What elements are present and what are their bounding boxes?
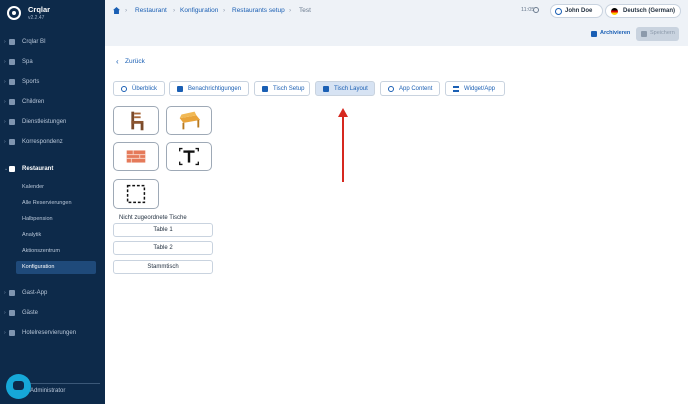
tab-benachrichtigungen[interactable]: Benachrichtigungen bbox=[169, 81, 249, 96]
archive-icon bbox=[591, 31, 597, 37]
children-icon bbox=[9, 99, 15, 105]
breadcrumb-separator: › bbox=[173, 7, 176, 14]
brand-version: v2.2.47 bbox=[28, 15, 45, 21]
unassigned-tables-heading: Nicht zugeordnete Tische bbox=[119, 215, 187, 221]
sidebar-divider bbox=[20, 383, 100, 384]
sidebar-item-hotelreservierungen[interactable]: › Hotelreservierungen bbox=[0, 326, 105, 340]
topbar: › Restaurant › Konfiguration › Restauran… bbox=[105, 0, 688, 22]
chair-icon[interactable] bbox=[113, 106, 159, 135]
text-icon[interactable] bbox=[166, 142, 212, 171]
german-flag-icon bbox=[611, 8, 618, 15]
brand[interactable]: Crqlar v2.2.47 bbox=[5, 4, 105, 22]
cutlery-icon bbox=[9, 166, 15, 172]
sports-icon bbox=[9, 79, 15, 85]
hotel-icon bbox=[9, 330, 15, 336]
sidebar-item-restaurant[interactable]: ⌄ Restaurant bbox=[0, 162, 105, 176]
sidebar-item-gaeste[interactable]: › Gäste bbox=[0, 306, 105, 320]
tab-widget-app[interactable]: Widget/App bbox=[445, 81, 505, 96]
spa-icon bbox=[9, 59, 15, 65]
dashed-area-icon[interactable] bbox=[113, 179, 159, 209]
sidebar-subitem-halbpension[interactable]: Halbpension bbox=[16, 213, 96, 226]
unassigned-table-item[interactable]: Stammtisch bbox=[113, 260, 213, 274]
admin-label[interactable]: Administrator bbox=[30, 388, 65, 394]
annotation-arrow bbox=[342, 116, 344, 182]
breadcrumb-restaurants-setup[interactable]: Restaurants setup bbox=[232, 6, 285, 16]
breadcrumb-current: Test bbox=[299, 7, 311, 14]
unassigned-table-item[interactable]: Table 1 bbox=[113, 223, 213, 237]
back-link[interactable]: Zurück bbox=[125, 58, 145, 65]
chevron-right-icon: › bbox=[4, 39, 6, 45]
unassigned-table-item[interactable]: Table 2 bbox=[113, 241, 213, 255]
info-icon bbox=[388, 86, 394, 92]
breadcrumb-restaurant[interactable]: Restaurant bbox=[135, 6, 167, 16]
table-icon bbox=[323, 86, 329, 92]
action-bar: Archivieren Speichern bbox=[105, 22, 688, 46]
sidebar-item-korrespondenz[interactable]: › Korrespondenz bbox=[0, 135, 105, 149]
sidebar-item-gast-app[interactable]: › Gast-App bbox=[0, 286, 105, 300]
chevron-right-icon: › bbox=[4, 330, 6, 336]
user-name: John Doe bbox=[565, 8, 593, 14]
brick-wall-icon[interactable] bbox=[113, 142, 159, 171]
chevron-down-icon: ⌄ bbox=[4, 166, 9, 172]
bi-icon bbox=[9, 39, 15, 45]
user-menu-button[interactable]: John Doe bbox=[550, 4, 603, 18]
sidebar-subitem-aktionszentrum[interactable]: Aktionszentrum bbox=[16, 245, 96, 258]
chevron-right-icon: › bbox=[4, 119, 6, 125]
tab-tisch-layout[interactable]: Tisch Layout bbox=[315, 81, 375, 96]
guests-icon bbox=[9, 310, 15, 316]
tab-tisch-setup[interactable]: Tisch Setup bbox=[254, 81, 310, 96]
mail-icon bbox=[9, 139, 15, 145]
breadcrumb-separator: › bbox=[223, 7, 226, 14]
breadcrumb-konfiguration[interactable]: Konfiguration bbox=[180, 6, 218, 16]
chevron-right-icon: › bbox=[4, 79, 6, 85]
table-icon bbox=[262, 86, 268, 92]
sidebar-item-sports[interactable]: › Sports bbox=[0, 75, 105, 89]
sidebar-subitem-kalender[interactable]: Kalender bbox=[16, 181, 96, 194]
services-icon bbox=[9, 119, 15, 125]
sidebar-subitem-konfiguration[interactable]: Konfiguration bbox=[16, 261, 96, 274]
sidebar-subitem-alle-reservierungen[interactable]: Alle Reservierungen bbox=[16, 197, 96, 210]
user-icon bbox=[555, 8, 562, 15]
chat-support-icon[interactable] bbox=[6, 374, 31, 399]
chevron-right-icon: › bbox=[4, 59, 6, 65]
language-label: Deutsch (German) bbox=[623, 8, 676, 14]
widget-icon bbox=[453, 86, 459, 92]
sidebar: Crqlar v2.2.47 › Crqlar BI › Spa › Sport… bbox=[0, 0, 105, 404]
clock-icon bbox=[533, 7, 539, 13]
tab-app-content[interactable]: App Content bbox=[380, 81, 440, 96]
envelope-icon bbox=[177, 86, 183, 92]
crqlar-logo-icon bbox=[7, 6, 21, 20]
breadcrumb-separator: › bbox=[289, 7, 292, 14]
breadcrumb-separator: › bbox=[125, 7, 128, 14]
home-icon[interactable] bbox=[113, 7, 120, 14]
chevron-left-icon[interactable]: ‹ bbox=[116, 57, 119, 66]
info-icon bbox=[121, 86, 127, 92]
tab-ueberblick[interactable]: Überblick bbox=[113, 81, 165, 96]
sidebar-item-crqlar-bi[interactable]: › Crqlar BI bbox=[0, 35, 105, 49]
chevron-right-icon: › bbox=[4, 139, 6, 145]
bench-icon[interactable] bbox=[166, 106, 212, 135]
save-button[interactable]: Speichern bbox=[636, 27, 679, 41]
chevron-right-icon: › bbox=[4, 310, 6, 316]
chevron-right-icon: › bbox=[4, 290, 6, 296]
sidebar-subitem-analytik[interactable]: Analytik bbox=[16, 229, 96, 242]
sidebar-item-spa[interactable]: › Spa bbox=[0, 55, 105, 69]
save-icon bbox=[641, 31, 647, 37]
language-selector[interactable]: Deutsch (German) bbox=[605, 4, 681, 18]
chevron-right-icon: › bbox=[4, 99, 6, 105]
brand-name: Crqlar bbox=[28, 5, 51, 14]
sidebar-item-dienstleistungen[interactable]: › Dienstleistungen bbox=[0, 115, 105, 129]
phone-icon bbox=[9, 290, 15, 296]
sidebar-item-children[interactable]: › Children bbox=[0, 95, 105, 109]
